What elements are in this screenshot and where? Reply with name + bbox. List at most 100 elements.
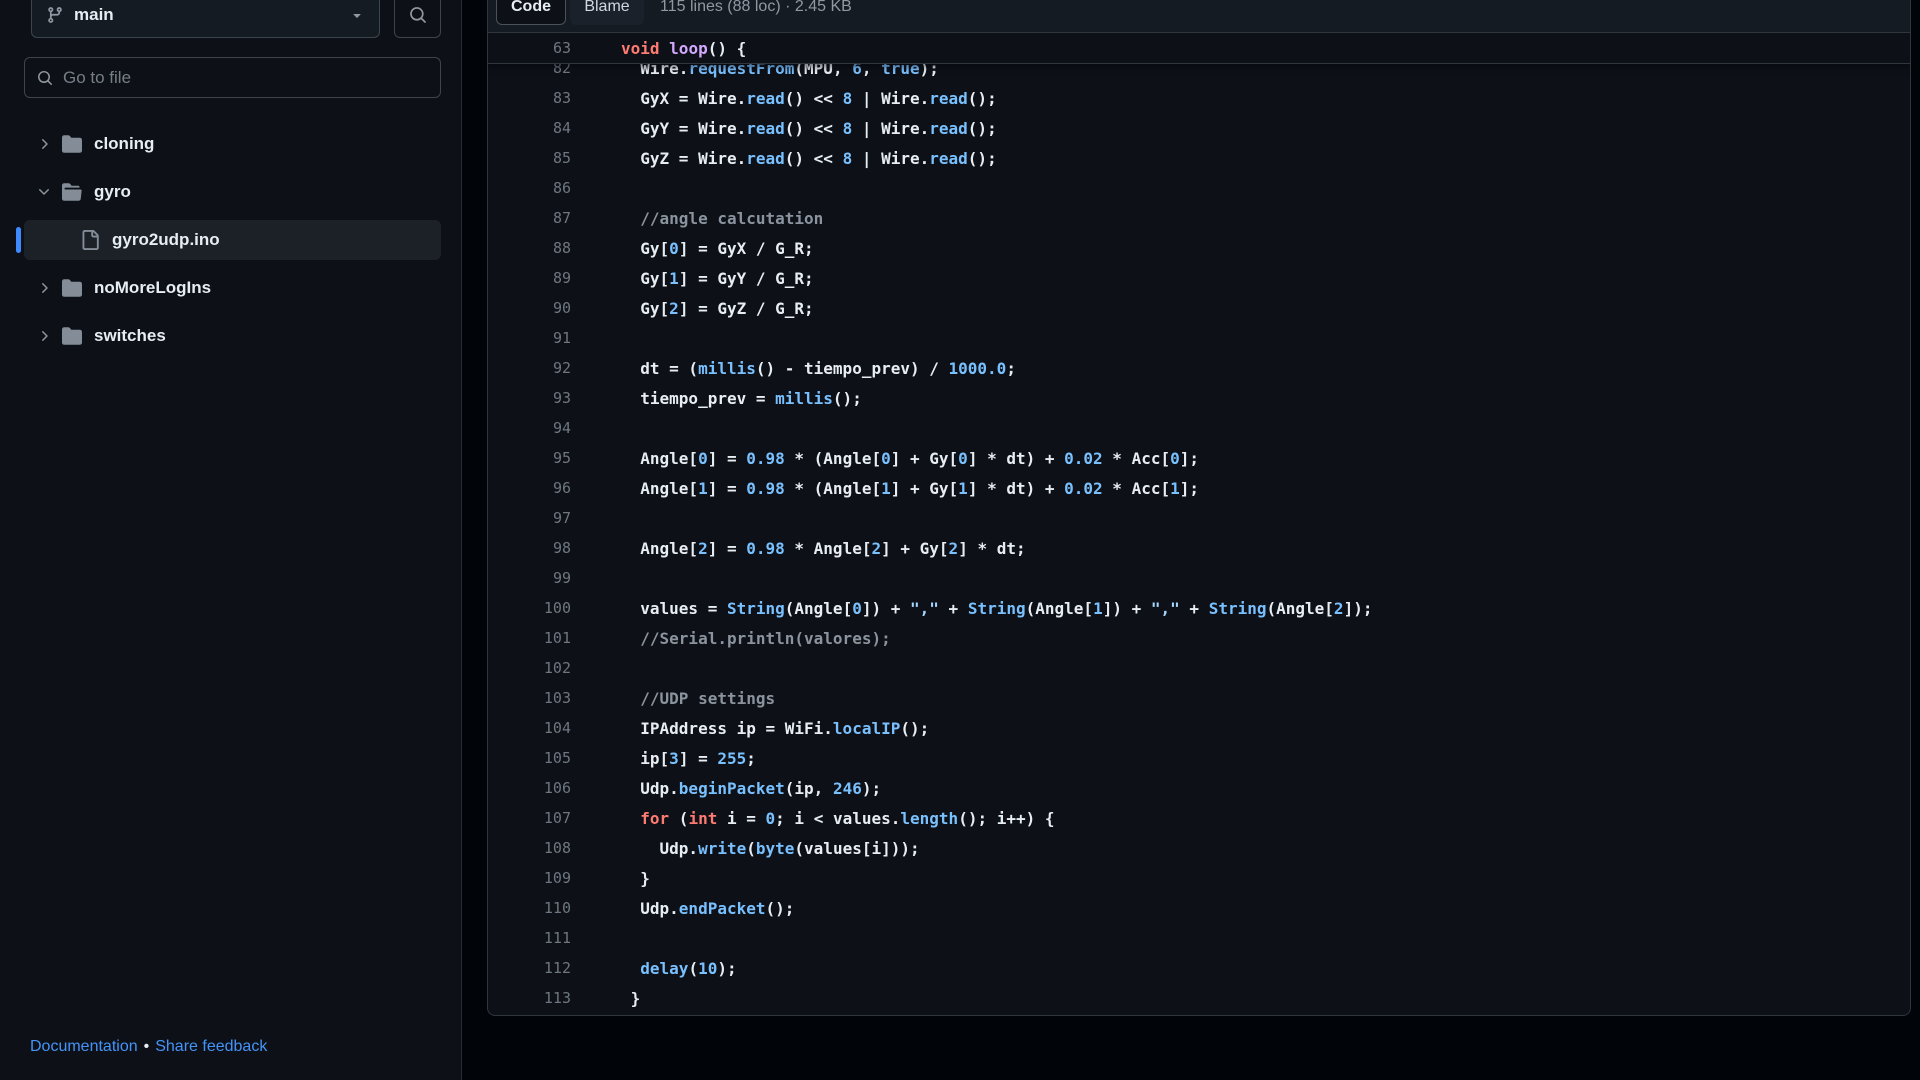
line-number[interactable]: 100 (488, 599, 571, 617)
code-line-87: 87 //angle calcutation (488, 203, 1910, 233)
code-text: values = String(Angle[0]) + "," + String… (571, 599, 1372, 618)
code-line-102: 102 (488, 653, 1910, 683)
code-text: for (int i = 0; i < values.length(); i++… (571, 809, 1055, 828)
tree-item-cloning[interactable]: cloning (24, 124, 441, 164)
search-button[interactable] (394, 0, 441, 38)
line-number[interactable]: 111 (488, 929, 571, 947)
file-content-panel: Code Blame 115 lines (88 loc) · 2.45 KB … (487, 0, 1911, 1016)
line-number[interactable]: 84 (488, 119, 571, 137)
code-text: //UDP settings (571, 689, 775, 708)
file-tree-sidebar: main Go to file cloning gyro gyro2udp.ino n… (0, 0, 462, 1080)
chevron-down-icon (349, 7, 365, 23)
code-text: dt = (millis() - tiempo_prev) / 1000.0; (571, 359, 1016, 378)
line-number[interactable]: 101 (488, 629, 571, 647)
code-text: } (571, 869, 650, 888)
code-text: void loop() { (571, 39, 746, 58)
line-number[interactable]: 63 (488, 39, 571, 57)
share-feedback-link[interactable]: Share feedback (155, 1038, 267, 1055)
line-number[interactable]: 83 (488, 89, 571, 107)
line-number[interactable]: 109 (488, 869, 571, 887)
tree-item-gyro[interactable]: gyro (24, 172, 441, 212)
tree-item-label: gyro2udp.ino (112, 230, 220, 250)
code-line-111: 111 (488, 923, 1910, 953)
code-line-86: 86 (488, 173, 1910, 203)
folder-icon (62, 134, 82, 154)
code-line-94: 94 (488, 413, 1910, 443)
code-line-104: 104 IPAddress ip = WiFi.localIP(); (488, 713, 1910, 743)
line-number[interactable]: 85 (488, 149, 571, 167)
code-text: tiempo_prev = millis(); (571, 389, 862, 408)
code-text: GyZ = Wire.read() << 8 | Wire.read(); (571, 149, 997, 168)
line-number[interactable]: 102 (488, 659, 571, 677)
code-line-105: 105 ip[3] = 255; (488, 743, 1910, 773)
code-line-99: 99 (488, 563, 1910, 593)
line-number[interactable]: 86 (488, 179, 571, 197)
code-text: Udp.write(byte(values[i])); (571, 839, 920, 858)
code-text: GyX = Wire.read() << 8 | Wire.read(); (571, 89, 997, 108)
search-icon (409, 6, 427, 24)
code-text: //Serial.println(valores); (571, 629, 891, 648)
code-line-90: 90 Gy[2] = GyZ / G_R; (488, 293, 1910, 323)
tree-item-label: noMoreLogIns (94, 278, 211, 298)
chevron-right-icon[interactable] (36, 328, 52, 344)
chevron-right-icon[interactable] (36, 280, 52, 296)
code-line-113: 113 } (488, 983, 1910, 1013)
chevron-down-icon[interactable] (36, 184, 52, 200)
code-line-83: 83 GyX = Wire.read() << 8 | Wire.read(); (488, 83, 1910, 113)
git-branch-icon (46, 6, 64, 24)
line-number[interactable]: 98 (488, 539, 571, 557)
line-number[interactable]: 92 (488, 359, 571, 377)
code-text: Angle[0] = 0.98 * (Angle[0] + Gy[0] * dt… (571, 449, 1199, 468)
line-number[interactable]: 96 (488, 479, 571, 497)
branch-selector[interactable]: main (31, 0, 380, 38)
code-line-89: 89 Gy[1] = GyY / G_R; (488, 263, 1910, 293)
line-number[interactable]: 108 (488, 839, 571, 857)
code-line-100: 100 values = String(Angle[0]) + "," + St… (488, 593, 1910, 623)
tree-item-label: switches (94, 326, 166, 346)
tree-item-gyro2udp.ino[interactable]: gyro2udp.ino (24, 220, 441, 260)
line-number[interactable]: 107 (488, 809, 571, 827)
line-number[interactable]: 91 (488, 329, 571, 347)
line-number[interactable]: 110 (488, 899, 571, 917)
sidebar-footer: Documentation • Share feedback (30, 1038, 267, 1056)
code-text: Gy[2] = GyZ / G_R; (571, 299, 814, 318)
tab-code[interactable]: Code (496, 0, 566, 25)
line-number[interactable]: 106 (488, 779, 571, 797)
line-number[interactable]: 89 (488, 269, 571, 287)
line-number[interactable]: 93 (488, 389, 571, 407)
line-number[interactable]: 104 (488, 719, 571, 737)
code-text: Angle[2] = 0.98 * Angle[2] + Gy[2] * dt; (571, 539, 1026, 558)
chevron-right-icon[interactable] (36, 136, 52, 152)
line-number[interactable]: 95 (488, 449, 571, 467)
code-text: IPAddress ip = WiFi.localIP(); (571, 719, 929, 738)
code-line-63: 63void loop() { (488, 33, 1910, 63)
code-line-95: 95 Angle[0] = 0.98 * (Angle[0] + Gy[0] *… (488, 443, 1910, 473)
code-lines: 82 Wire.requestFrom(MPU, 6, true);83 GyX… (488, 53, 1910, 1013)
code-text: //angle calcutation (571, 209, 823, 228)
code-line-106: 106 Udp.beginPacket(ip, 246); (488, 773, 1910, 803)
tree-item-noMoreLogIns[interactable]: noMoreLogIns (24, 268, 441, 308)
line-number[interactable]: 87 (488, 209, 571, 227)
line-number[interactable]: 113 (488, 989, 571, 1007)
line-number[interactable]: 88 (488, 239, 571, 257)
code-line-84: 84 GyY = Wire.read() << 8 | Wire.read(); (488, 113, 1910, 143)
go-to-file-placeholder: Go to file (63, 68, 131, 88)
line-number[interactable]: 105 (488, 749, 571, 767)
file-header-bar: Code Blame 115 lines (88 loc) · 2.45 KB … (488, 0, 1910, 33)
folder-open-icon (62, 182, 82, 202)
tab-blame[interactable]: Blame (570, 0, 644, 25)
tree-item-switches[interactable]: switches (24, 316, 441, 356)
documentation-link[interactable]: Documentation (30, 1038, 138, 1055)
go-to-file-input[interactable]: Go to file (24, 57, 441, 98)
line-number[interactable]: 99 (488, 569, 571, 587)
code-text: ip[3] = 255; (571, 749, 756, 768)
line-number[interactable]: 90 (488, 299, 571, 317)
line-number[interactable]: 97 (488, 509, 571, 527)
folder-icon (62, 278, 82, 298)
code-line-112: 112 delay(10); (488, 953, 1910, 983)
line-number[interactable]: 103 (488, 689, 571, 707)
code-line-103: 103 //UDP settings (488, 683, 1910, 713)
line-number[interactable]: 94 (488, 419, 571, 437)
footer-separator: • (144, 1038, 150, 1055)
line-number[interactable]: 112 (488, 959, 571, 977)
